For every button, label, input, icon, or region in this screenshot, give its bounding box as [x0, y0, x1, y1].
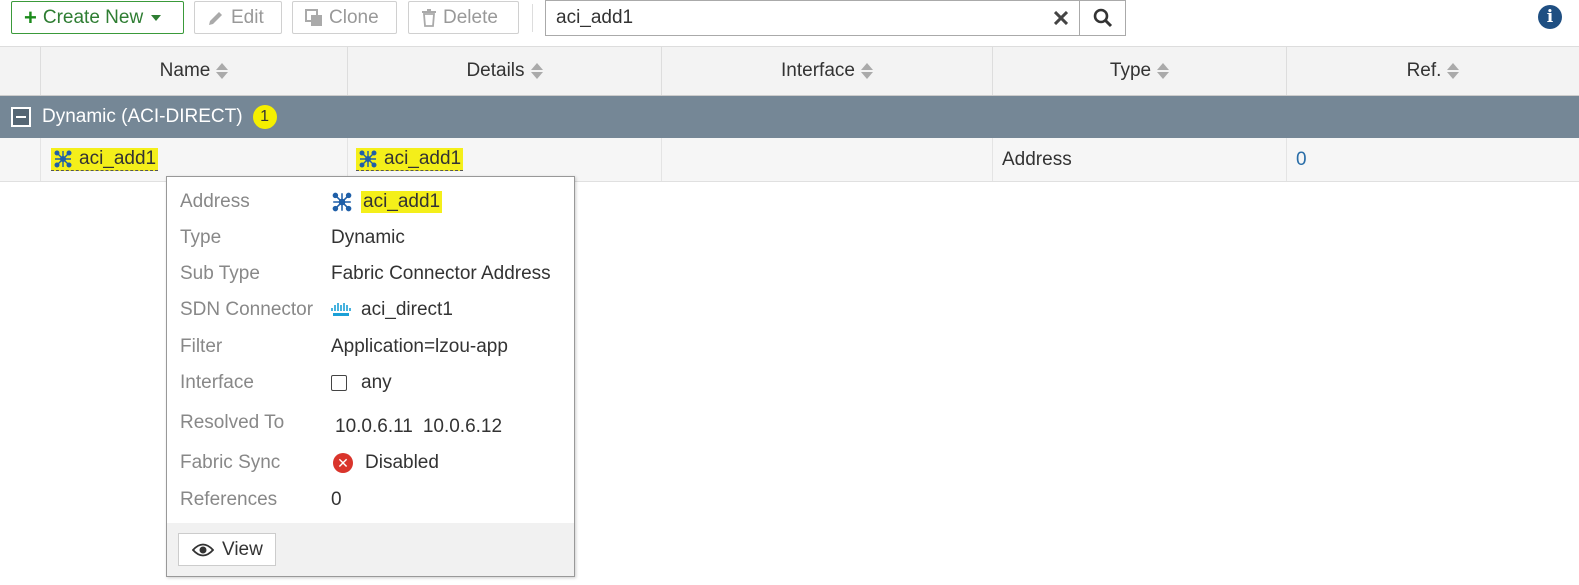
sync-status: Disabled: [365, 452, 439, 473]
references-link[interactable]: 0: [331, 489, 342, 511]
chevron-down-icon: [151, 14, 162, 21]
collapse-icon[interactable]: [11, 107, 31, 127]
table-header: Name Details Interface Type Ref.: [0, 46, 1579, 96]
tooltip-row-fabric-sync: Fabric Sync ✕ Disabled: [180, 452, 439, 474]
tooltip-label: Resolved To: [180, 412, 285, 433]
clone-icon: [305, 8, 322, 26]
search-input[interactable]: [546, 1, 1043, 35]
toolbar-divider: [532, 4, 533, 32]
trash-icon: [422, 8, 436, 27]
clone-button[interactable]: Clone: [292, 1, 397, 34]
error-icon: ✕: [333, 453, 353, 473]
column-header-type[interactable]: Type: [992, 47, 1286, 95]
name-text: aci_add1: [79, 148, 157, 169]
sort-icon: [1157, 63, 1170, 79]
view-label: View: [222, 538, 263, 560]
tooltip-row-sdn: SDN Connector aci_direct1: [180, 299, 453, 321]
tooltip-value: Application=lzou-app: [331, 336, 508, 357]
details-text: aci_add1: [384, 148, 462, 169]
tooltip-row-subtype: Sub Type Fabric Connector Address: [180, 263, 551, 285]
tooltip-label: Address: [180, 191, 250, 212]
tooltip-value: aci_direct1: [331, 299, 453, 321]
address-name: aci_add1: [361, 191, 443, 213]
tooltip-label: References: [180, 489, 278, 510]
count-badge: 1: [252, 105, 277, 129]
eye-icon: [192, 543, 214, 556]
plus-icon: +: [24, 4, 37, 30]
column-label: Details: [466, 60, 525, 81]
clone-label: Clone: [329, 6, 379, 28]
name-link[interactable]: aci_add1: [51, 148, 159, 171]
toolbar: + Create New Edit Clone Delete aci_add1 …: [0, 0, 1579, 38]
cell-interface: [661, 138, 992, 181]
tooltip-row-references: References 0: [180, 489, 342, 511]
tooltip-row-filter: Filter Application=lzou-app: [180, 336, 508, 358]
tooltip-label: SDN Connector: [180, 299, 314, 320]
group-label: Dynamic (ACI-DIRECT): [42, 106, 243, 127]
interface-name: any: [361, 372, 392, 393]
tooltip-value: ✕ Disabled: [333, 452, 439, 474]
create-new-button[interactable]: + Create New: [11, 1, 184, 34]
tooltip-row-resolved: Resolved To 10.0.6.11 10.0.6.12: [180, 408, 502, 438]
column-label: Ref.: [1406, 60, 1442, 81]
tooltip-label: Sub Type: [180, 263, 260, 284]
column-header-interface[interactable]: Interface: [661, 47, 992, 95]
tooltip-label: Fabric Sync: [180, 452, 281, 473]
fabric-address-icon: [54, 150, 72, 168]
info-icon[interactable]: i: [1538, 5, 1562, 29]
tooltip-value: aci_add1: [331, 191, 443, 213]
view-button[interactable]: View: [178, 533, 276, 566]
tooltip-value: 10.0.6.11 10.0.6.12: [335, 416, 502, 438]
column-label: Name: [159, 60, 211, 81]
tooltip-label: Filter: [180, 336, 223, 357]
tooltip-value: any: [331, 372, 392, 394]
sort-icon: [530, 63, 543, 79]
tooltip-footer: View: [167, 523, 574, 576]
cisco-icon: [331, 303, 351, 316]
delete-label: Delete: [443, 6, 498, 28]
fabric-address-icon: [332, 192, 352, 212]
edit-label: Edit: [231, 6, 264, 28]
sort-icon: [1447, 63, 1460, 79]
fabric-address-icon: [359, 150, 377, 168]
search-button[interactable]: [1079, 1, 1125, 35]
column-header-name[interactable]: Name: [40, 47, 347, 95]
search-box: [545, 0, 1126, 36]
sdn-connector-name: aci_direct1: [361, 299, 453, 320]
details-link[interactable]: aci_add1: [356, 148, 464, 171]
cell-name[interactable]: aci_add1: [40, 138, 347, 181]
search-icon: [1093, 8, 1112, 28]
column-label: Type: [1109, 60, 1152, 81]
delete-button[interactable]: Delete: [408, 1, 519, 34]
sort-icon: [860, 63, 873, 79]
group-row[interactable]: Dynamic (ACI-DIRECT) 1: [0, 96, 1579, 138]
column-label: Interface: [781, 60, 855, 81]
ref-link[interactable]: 0: [1296, 149, 1307, 171]
cell-type: Address: [992, 138, 1286, 181]
interface-icon: [331, 375, 347, 391]
address-tooltip: Address aci_add1 Type Dynamic Sub Type F…: [166, 176, 575, 577]
resolved-ip: 10.0.6.11: [335, 416, 413, 437]
tooltip-value: Dynamic: [331, 227, 405, 248]
cell-details: aci_add1: [347, 138, 661, 181]
edit-button[interactable]: Edit: [194, 1, 282, 34]
tooltip-label: Type: [180, 227, 222, 248]
column-header-ref[interactable]: Ref.: [1286, 47, 1579, 95]
tooltip-row-interface: Interface any: [180, 372, 392, 394]
create-new-label: Create New: [42, 6, 144, 28]
tooltip-value: Fabric Connector Address: [331, 263, 551, 284]
sort-icon: [216, 63, 229, 79]
tooltip-row-address: Address aci_add1: [180, 191, 443, 213]
close-icon[interactable]: [1043, 1, 1079, 35]
type-text: Address: [1002, 148, 1072, 170]
select-column-header: [0, 47, 40, 95]
tooltip-label: Interface: [180, 372, 254, 393]
resolved-ip: 10.0.6.12: [422, 416, 503, 437]
column-header-details[interactable]: Details: [347, 47, 661, 95]
tooltip-row-type: Type Dynamic: [180, 227, 405, 249]
pencil-icon: [209, 11, 222, 25]
cell-ref[interactable]: 0: [1286, 138, 1579, 181]
